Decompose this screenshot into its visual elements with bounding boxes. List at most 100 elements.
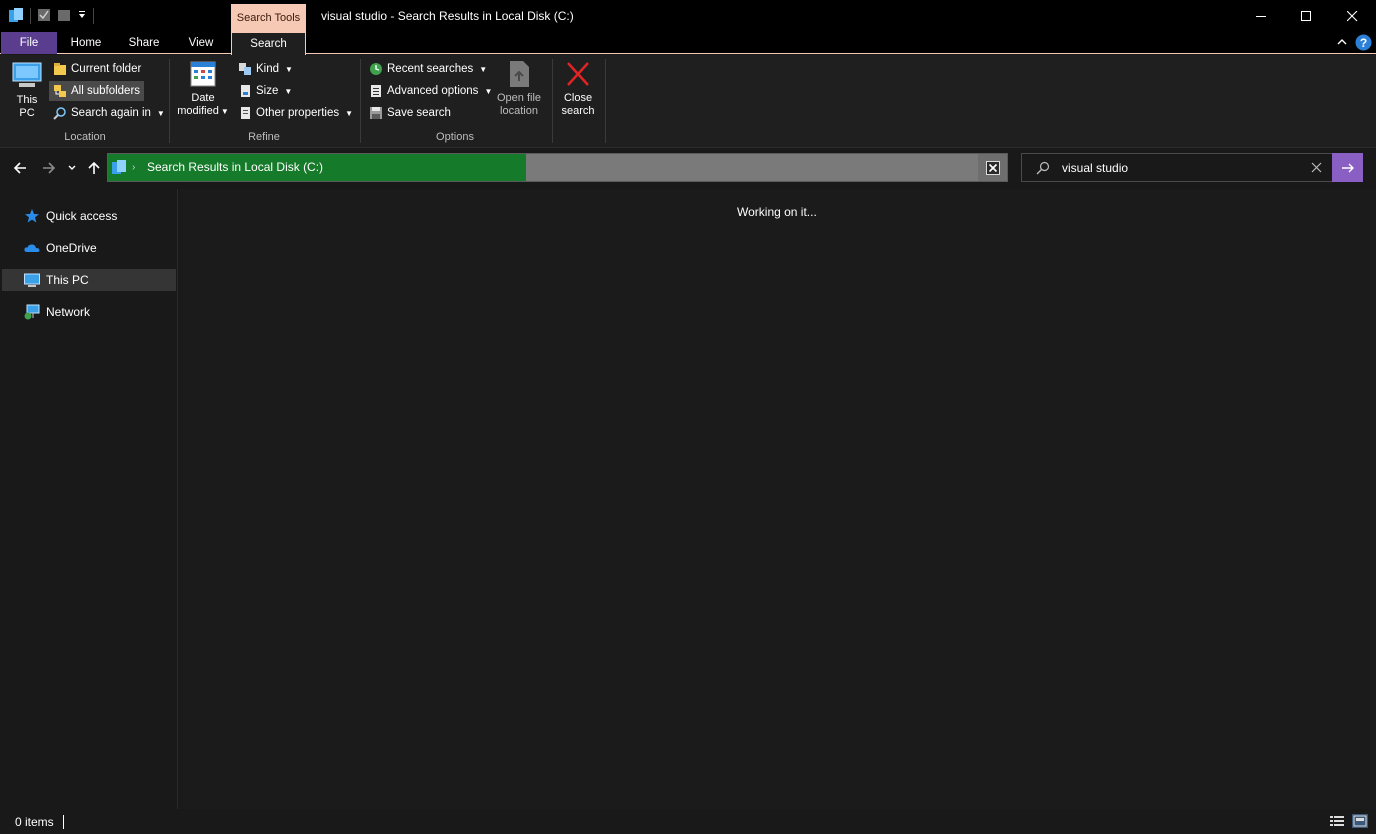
tab-search[interactable]: Search (231, 32, 306, 55)
group-label-refine: Refine (248, 131, 280, 143)
window-title: visual studio - Search Results in Local … (321, 9, 574, 23)
nav-item-label: Network (46, 305, 91, 319)
search-go-button[interactable] (1332, 153, 1363, 182)
advanced-options-label: Advanced options (387, 85, 479, 97)
dropdown-caret-icon: ▼ (284, 86, 293, 96)
nav-item-label: OneDrive (46, 241, 97, 255)
current-folder-label: Current folder (71, 63, 142, 75)
search-input[interactable] (1062, 154, 1312, 181)
date-modified-label-1: Date (191, 92, 215, 104)
large-icons-view-icon (1353, 815, 1367, 827)
save-search-button[interactable]: Save search (365, 103, 455, 123)
large-icons-view-button[interactable] (1352, 814, 1368, 828)
maximize-icon (1300, 10, 1311, 21)
group-label-location: Location (64, 131, 106, 143)
date-modified-button[interactable]: Date modified ▼ (174, 59, 232, 118)
details-view-button[interactable] (1329, 814, 1345, 828)
advanced-options-icon (371, 85, 381, 97)
explorer-folder-icon[interactable] (8, 7, 24, 26)
dropdown-caret-icon: ▼ (285, 64, 293, 74)
nav-item-network[interactable]: Network (2, 301, 176, 323)
group-label-options: Options (436, 131, 474, 143)
kind-button[interactable]: Kind ▼ (234, 59, 297, 79)
maximize-button[interactable] (1283, 0, 1329, 32)
title-bar: Search Tools visual studio - Search Resu… (0, 0, 1376, 32)
this-pc-button[interactable]: This PC (8, 59, 46, 120)
up-button[interactable] (84, 158, 104, 178)
minimize-button[interactable] (1238, 0, 1284, 32)
dropdown-caret-icon: ▼ (220, 107, 229, 116)
open-file-location-label-1: Open file (496, 92, 542, 104)
loading-message: Working on it... (737, 205, 817, 219)
ribbon: This PC Current folder All subfolders Se… (0, 55, 1376, 148)
this-pc-label-1: This (16, 94, 38, 106)
save-search-label: Save search (387, 107, 451, 119)
close-search-button[interactable]: Close search (556, 59, 600, 118)
ribbon-group-divider (169, 59, 170, 143)
clear-search-icon[interactable] (1311, 162, 1322, 176)
advanced-options-button[interactable]: Advanced options ▼ (365, 81, 496, 101)
new-folder-icon[interactable] (57, 8, 71, 25)
back-button[interactable] (10, 158, 30, 178)
close-search-x-icon (567, 62, 589, 86)
open-file-location-button[interactable]: Open file location (492, 59, 546, 118)
close-search-label-1: Close (563, 92, 593, 104)
customize-qat-chevron-icon[interactable] (77, 9, 87, 23)
ribbon-group-divider (360, 59, 361, 143)
recent-searches-icon (370, 63, 382, 75)
close-window-button[interactable] (1329, 0, 1375, 32)
other-properties-button[interactable]: Other properties ▼ (234, 103, 357, 123)
save-disk-icon (370, 107, 382, 119)
folder-icon (54, 63, 66, 75)
subfolders-icon (54, 85, 66, 97)
item-count: 0 items (15, 815, 54, 829)
dropdown-caret-icon: ▼ (345, 108, 354, 118)
nav-item-onedrive[interactable]: OneDrive (2, 237, 176, 259)
chevron-down-icon (68, 165, 76, 170)
tab-share[interactable]: Share (118, 32, 170, 54)
forward-button[interactable] (39, 158, 59, 178)
search-again-icon (53, 107, 66, 120)
kind-icon (239, 63, 251, 75)
current-folder-button[interactable]: Current folder (49, 59, 145, 79)
tab-home[interactable]: Home (60, 32, 112, 54)
search-box[interactable] (1021, 153, 1363, 182)
other-properties-label: Other properties (256, 107, 340, 119)
tab-view[interactable]: View (176, 32, 226, 54)
help-icon[interactable]: ? (1355, 34, 1372, 54)
contextual-tab-group-label: Search Tools (231, 4, 306, 32)
nav-item-label: Quick access (46, 209, 118, 223)
nav-item-this-pc[interactable]: This PC (2, 269, 176, 291)
qat-separator (93, 8, 94, 24)
open-file-location-icon (510, 61, 529, 87)
date-modified-label-2: modified (177, 105, 219, 117)
recent-searches-label: Recent searches (387, 63, 474, 75)
close-search-label-2: search (561, 105, 595, 117)
stop-search-button[interactable] (978, 154, 1007, 181)
search-results-icon (111, 159, 127, 178)
computer-icon (24, 273, 40, 287)
recent-locations-button[interactable] (64, 158, 80, 178)
size-label: Size (256, 85, 279, 97)
nav-item-quick-access[interactable]: Quick access (2, 205, 176, 227)
minimize-ribbon-chevron-icon[interactable] (1336, 36, 1348, 51)
dropdown-caret-icon: ▼ (479, 64, 488, 74)
size-button[interactable]: Size ▼ (234, 81, 296, 101)
minimize-icon (1255, 15, 1266, 17)
up-arrow-icon (88, 161, 100, 174)
address-bar[interactable]: › Search Results in Local Disk (C:) (107, 153, 1008, 182)
search-again-in-button[interactable]: Search again in ▼ (49, 103, 169, 123)
recent-searches-button[interactable]: Recent searches ▼ (365, 59, 491, 79)
calendar-icon (190, 61, 216, 87)
address-path[interactable]: Search Results in Local Disk (C:) (147, 154, 323, 181)
open-file-location-label-2: location (500, 105, 538, 117)
file-list-view[interactable]: Working on it... (180, 189, 1376, 809)
breadcrumb-chevron-icon[interactable]: › (132, 154, 135, 181)
tab-file[interactable]: File (1, 32, 57, 54)
properties-icon[interactable] (37, 8, 51, 25)
cloud-icon (24, 244, 40, 252)
ribbon-group-divider (552, 59, 553, 143)
nav-item-label: This PC (46, 273, 89, 287)
arrow-right-icon (1341, 163, 1354, 172)
all-subfolders-button[interactable]: All subfolders (49, 81, 145, 101)
